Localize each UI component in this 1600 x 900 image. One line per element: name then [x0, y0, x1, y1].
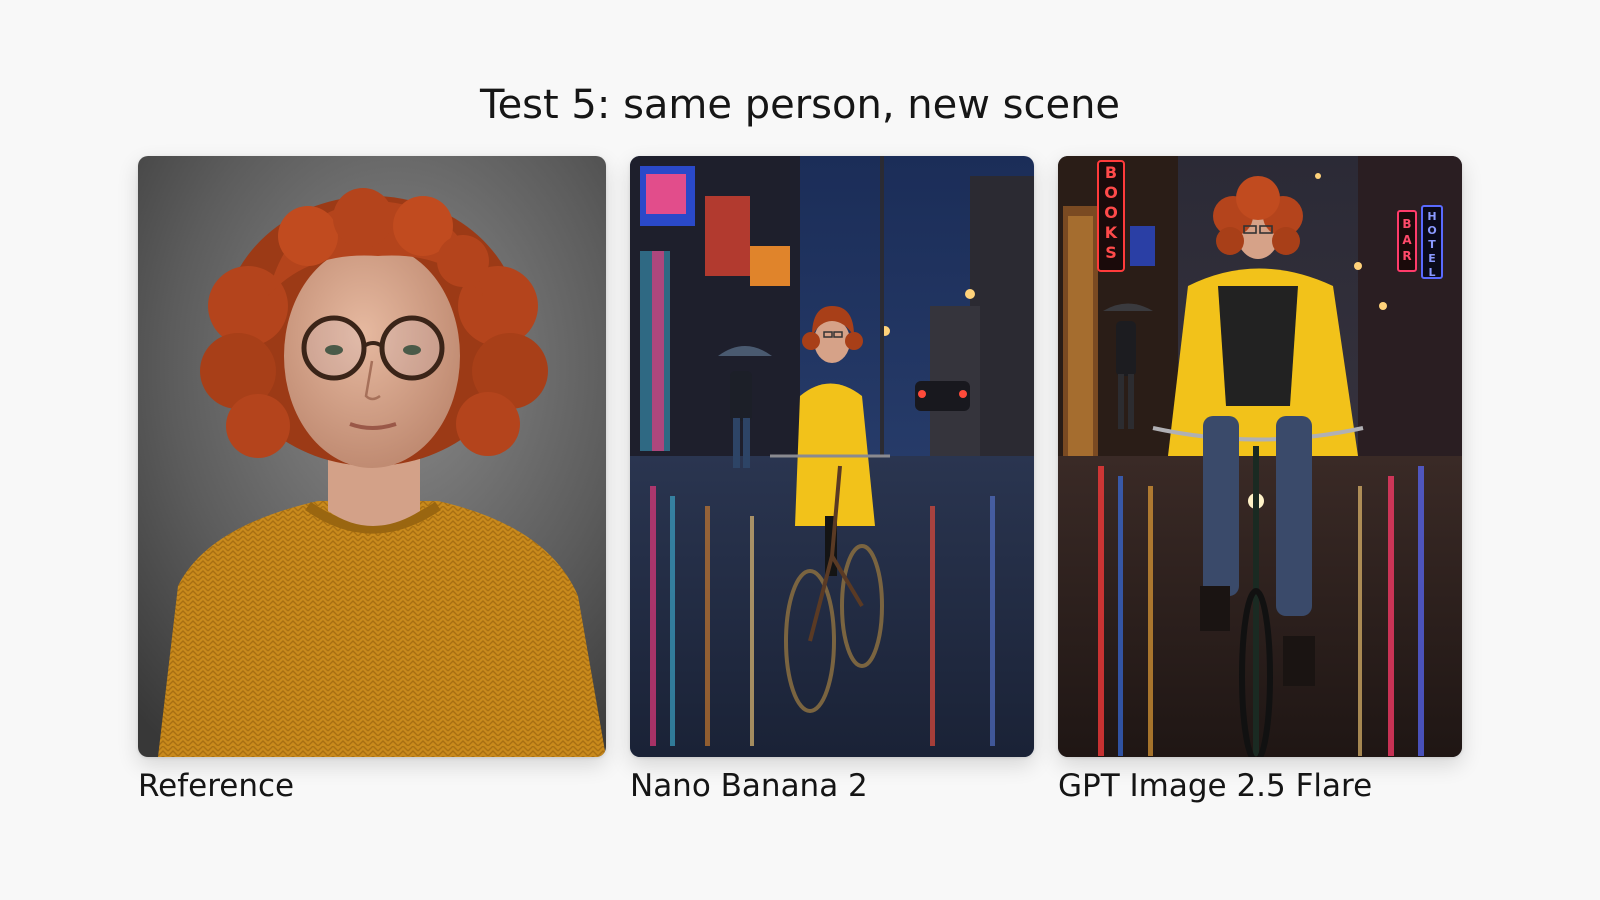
- svg-text:S: S: [1105, 243, 1117, 262]
- svg-text:R: R: [1402, 249, 1411, 263]
- gpt-image-flare-image: B O O K S B A R H O T E L: [1058, 156, 1462, 757]
- svg-text:E: E: [1428, 252, 1436, 265]
- svg-text:T: T: [1428, 238, 1436, 251]
- gpt-image-flare-caption: GPT Image 2.5 Flare: [1058, 768, 1373, 804]
- svg-text:A: A: [1402, 233, 1412, 247]
- svg-text:K: K: [1105, 223, 1118, 242]
- reference-caption: Reference: [138, 768, 295, 804]
- svg-text:O: O: [1104, 183, 1118, 202]
- comparison-slide: Test 5: same person, new scene Reference…: [0, 0, 1600, 900]
- svg-text:B: B: [1105, 163, 1117, 182]
- svg-text:B: B: [1402, 217, 1411, 231]
- svg-text:O: O: [1104, 203, 1118, 222]
- svg-text:O: O: [1427, 224, 1436, 237]
- nano-banana-image: [630, 156, 1034, 757]
- svg-text:L: L: [1428, 266, 1435, 279]
- slide-title: Test 5: same person, new scene: [479, 82, 1121, 128]
- nano-banana-caption: Nano Banana 2: [630, 768, 868, 804]
- reference-image: [138, 156, 606, 757]
- svg-text:H: H: [1427, 210, 1436, 223]
